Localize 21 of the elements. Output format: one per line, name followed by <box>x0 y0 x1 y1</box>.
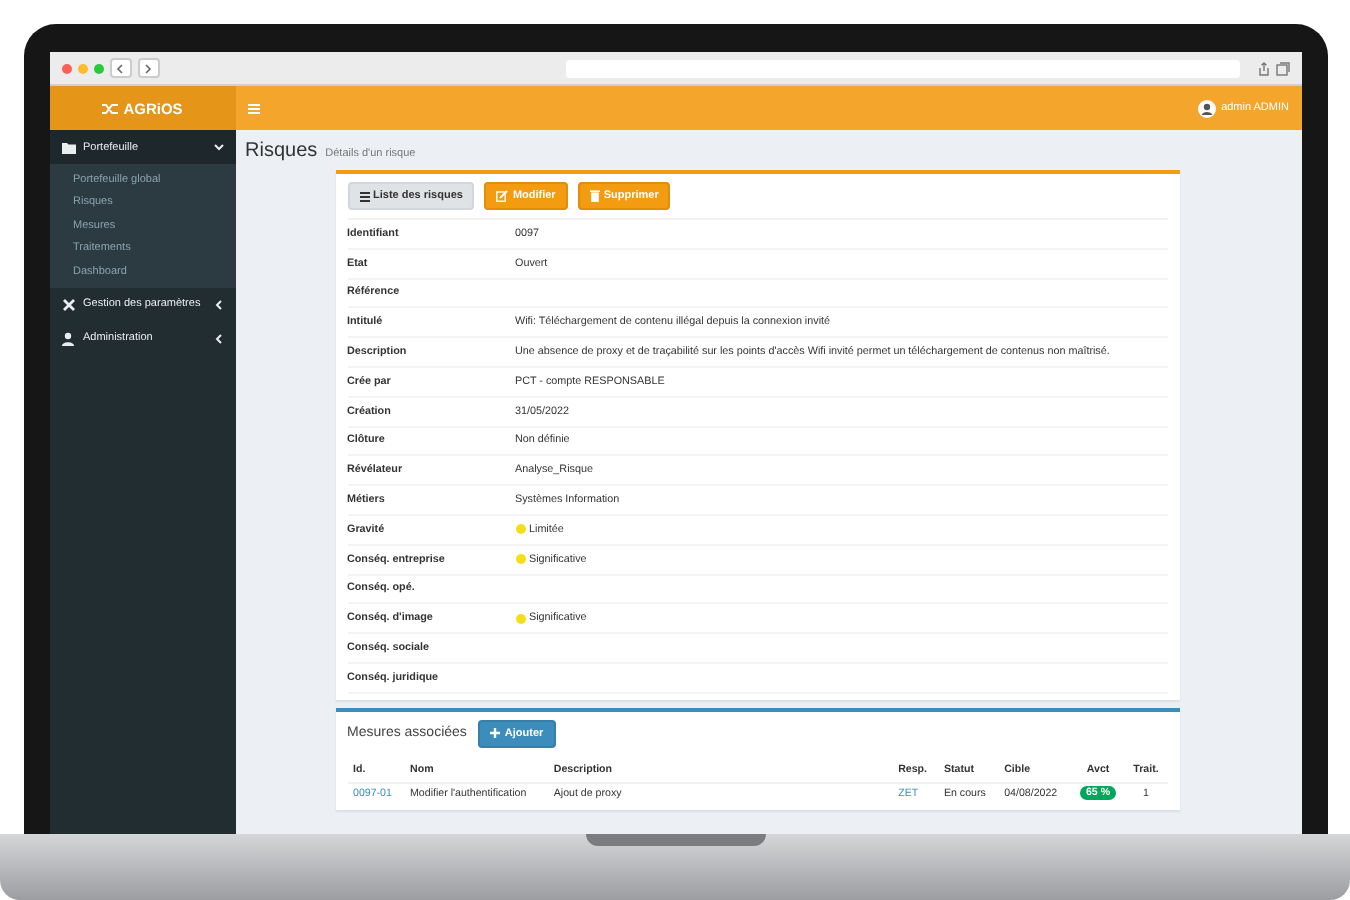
tabs-icon[interactable] <box>1275 61 1289 75</box>
trash-icon <box>589 190 600 202</box>
edit-icon <box>496 190 509 202</box>
user-avatar-icon[interactable] <box>1197 99 1216 117</box>
chevron-icon <box>213 142 223 152</box>
chevron-right-icon <box>144 63 152 73</box>
shuffle-icon <box>101 101 118 115</box>
list-icon <box>359 191 369 201</box>
window-close-dot[interactable] <box>61 63 71 73</box>
page-title: Risques <box>245 140 318 162</box>
menu-icon[interactable] <box>247 103 259 113</box>
forward-button[interactable] <box>137 58 159 78</box>
chevron-left-icon <box>116 63 124 73</box>
back-button[interactable] <box>109 58 131 78</box>
chevron-icon <box>213 299 223 309</box>
window-zoom-dot[interactable] <box>93 63 103 73</box>
share-icon[interactable] <box>1257 61 1269 75</box>
chevron-icon <box>213 333 223 343</box>
plus-icon <box>490 728 501 739</box>
folder-icon <box>61 141 75 153</box>
window-minimize-dot[interactable] <box>77 63 87 73</box>
